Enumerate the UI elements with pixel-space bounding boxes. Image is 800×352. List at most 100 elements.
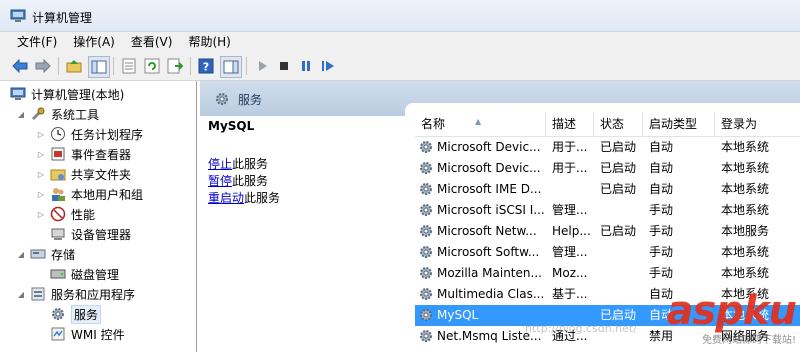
tree-item-performance[interactable]: ▷ 性能 bbox=[36, 204, 95, 224]
tree-item-event-viewer[interactable]: ▷ 事件查看器 bbox=[36, 144, 131, 164]
cell-description: 管理... bbox=[552, 203, 588, 217]
gear-icon bbox=[420, 246, 432, 258]
refresh-icon[interactable] bbox=[143, 57, 161, 75]
toolbar-separator bbox=[113, 57, 114, 75]
system-tools-icon bbox=[30, 106, 46, 122]
cell-status bbox=[594, 284, 643, 305]
tree-item-computer-management[interactable]: 计算机管理(本地) bbox=[10, 84, 124, 104]
service-name-text: Microsoft iSCSI I... bbox=[437, 203, 545, 217]
stop-service-action: 停止此服务 bbox=[208, 155, 268, 172]
pause-icon[interactable] bbox=[297, 57, 315, 75]
toolbar-separator bbox=[190, 57, 191, 75]
table-row[interactable]: Microsoft Devic... 用于... 已启动 自动 本地系统 bbox=[415, 158, 800, 179]
service-name-text: Microsoft Softw... bbox=[437, 245, 540, 259]
show-action-pane-icon[interactable] bbox=[220, 56, 242, 78]
sort-up-icon: ▲ bbox=[475, 117, 482, 126]
column-header-description[interactable]: 描述 bbox=[546, 112, 594, 136]
restart-service-link[interactable]: 重启动 bbox=[208, 191, 244, 205]
pause-service-link[interactable]: 暂停 bbox=[208, 174, 232, 188]
tree-item-services[interactable]: 服务 bbox=[50, 304, 102, 324]
toolbar: ? bbox=[0, 52, 800, 81]
toolbar-separator bbox=[58, 57, 59, 75]
expand-arrow-icon[interactable]: ▷ bbox=[36, 130, 46, 139]
show-tree-icon[interactable] bbox=[88, 56, 110, 78]
table-row[interactable]: Mozilla Mainten... Moz... 手动 本地系统 bbox=[415, 263, 800, 284]
action-suffix: 此服务 bbox=[232, 174, 269, 188]
stop-service-link[interactable]: 停止 bbox=[208, 157, 232, 171]
selected-service-name: MySQL bbox=[208, 119, 255, 133]
storage-icon bbox=[30, 246, 46, 262]
tree-item-label: 服务 bbox=[71, 304, 102, 324]
action-suffix: 此服务 bbox=[244, 191, 281, 205]
menu-view[interactable]: 查看(V) bbox=[123, 32, 181, 52]
cell-status bbox=[594, 263, 643, 284]
tree-item-task-scheduler[interactable]: ▷ 任务计划程序 bbox=[36, 124, 143, 144]
action-suffix: 此服务 bbox=[232, 157, 269, 171]
cell-logon-as: 本地系统 bbox=[721, 161, 770, 175]
cell-status: 已启动 bbox=[600, 161, 637, 175]
help-icon[interactable]: ? bbox=[197, 57, 215, 75]
collapse-arrow-icon[interactable]: ◢ bbox=[16, 250, 26, 259]
performance-icon bbox=[50, 206, 66, 222]
tree-item-storage[interactable]: ◢ 存储 bbox=[16, 244, 75, 264]
export-list-icon[interactable] bbox=[166, 57, 184, 75]
back-arrow-icon[interactable] bbox=[11, 57, 29, 75]
service-name-text: Multimedia Clas... bbox=[437, 287, 545, 301]
pause-service-action: 暂停此服务 bbox=[208, 172, 268, 189]
tree-item-label: 本地用户和组 bbox=[71, 187, 144, 202]
cell-status bbox=[594, 200, 643, 221]
up-folder-icon[interactable] bbox=[65, 57, 83, 75]
tree-item-label: 系统工具 bbox=[51, 107, 100, 122]
service-name-text: MySQL bbox=[437, 308, 479, 322]
tree-item-shared-folders[interactable]: ▷ 共享文件夹 bbox=[36, 164, 131, 184]
collapse-arrow-icon[interactable]: ◢ bbox=[16, 290, 26, 299]
column-header-startup-type[interactable]: 启动类型 bbox=[643, 112, 715, 136]
tree-item-label: 任务计划程序 bbox=[71, 127, 144, 142]
tree-item-device-manager[interactable]: 设备管理器 bbox=[50, 224, 131, 244]
table-row[interactable]: Microsoft Devic... 用于... 已启动 自动 本地系统 bbox=[415, 137, 800, 158]
menu-bar: 文件(F) 操作(A) 查看(V) 帮助(H) bbox=[0, 32, 800, 52]
tree-item-label: 事件查看器 bbox=[71, 147, 132, 162]
tree-item-label: 磁盘管理 bbox=[71, 267, 120, 282]
expand-arrow-icon[interactable]: ▷ bbox=[36, 150, 46, 159]
menu-help[interactable]: 帮助(H) bbox=[180, 32, 238, 52]
service-name-text: Microsoft Devic... bbox=[437, 161, 541, 175]
table-row[interactable]: Microsoft IME D... 已启动 自动 本地系统 bbox=[415, 179, 800, 200]
tree-item-label: 设备管理器 bbox=[71, 227, 132, 242]
service-name-text: Microsoft IME D... bbox=[437, 182, 542, 196]
column-header-status[interactable]: 状态 bbox=[594, 112, 643, 136]
column-header-logon-as[interactable]: 登录为 bbox=[715, 112, 800, 136]
table-row[interactable]: Microsoft Netw... Help... 已启动 手动 本地服务 bbox=[415, 221, 800, 242]
cell-status: 已启动 bbox=[600, 224, 637, 238]
tree-item-services-apps[interactable]: ◢ 服务和应用程序 bbox=[16, 284, 135, 304]
cell-name: Microsoft iSCSI I... bbox=[415, 200, 546, 221]
tree-item-local-users[interactable]: ▷ 本地用户和组 bbox=[36, 184, 143, 204]
gear-icon bbox=[420, 288, 432, 300]
tree-item-wmi-control[interactable]: WMI 控件 bbox=[50, 324, 125, 344]
table-row[interactable]: Microsoft iSCSI I... 管理... 手动 本地系统 bbox=[415, 200, 800, 221]
tree-item-label: 性能 bbox=[71, 207, 96, 222]
menu-file[interactable]: 文件(F) bbox=[0, 32, 65, 52]
expand-arrow-icon[interactable]: ▷ bbox=[36, 190, 46, 199]
tree-item-disk-management[interactable]: 磁盘管理 bbox=[50, 264, 119, 284]
play-icon[interactable] bbox=[253, 57, 271, 75]
toolbar-separator bbox=[246, 57, 247, 75]
tree-item-system-tools[interactable]: ◢ 系统工具 bbox=[16, 104, 99, 124]
table-row[interactable]: Microsoft Softw... 管理... 手动 本地系统 bbox=[415, 242, 800, 263]
service-name-text: Microsoft Netw... bbox=[437, 224, 537, 238]
cell-name: Mozilla Mainten... bbox=[415, 263, 546, 284]
computer-management-icon bbox=[10, 86, 26, 102]
expand-arrow-icon[interactable]: ▷ bbox=[36, 210, 46, 219]
users-icon bbox=[50, 186, 66, 202]
collapse-arrow-icon[interactable]: ◢ bbox=[16, 110, 26, 119]
menu-action[interactable]: 操作(A) bbox=[65, 32, 123, 52]
column-header-name[interactable]: ▲ 名称 bbox=[415, 112, 546, 136]
restart-icon[interactable] bbox=[319, 57, 337, 75]
expand-arrow-icon[interactable]: ▷ bbox=[36, 170, 46, 179]
properties-icon[interactable] bbox=[120, 57, 138, 75]
forward-arrow-icon[interactable] bbox=[34, 57, 52, 75]
wmi-icon bbox=[50, 326, 66, 342]
navigation-tree: 计算机管理(本地) ◢ 系统工具 ▷ 任务计划程序 ▷ 事件查看器 ▷ 共享文件… bbox=[0, 81, 197, 352]
services-apps-icon bbox=[30, 286, 46, 302]
stop-icon[interactable] bbox=[275, 57, 293, 75]
